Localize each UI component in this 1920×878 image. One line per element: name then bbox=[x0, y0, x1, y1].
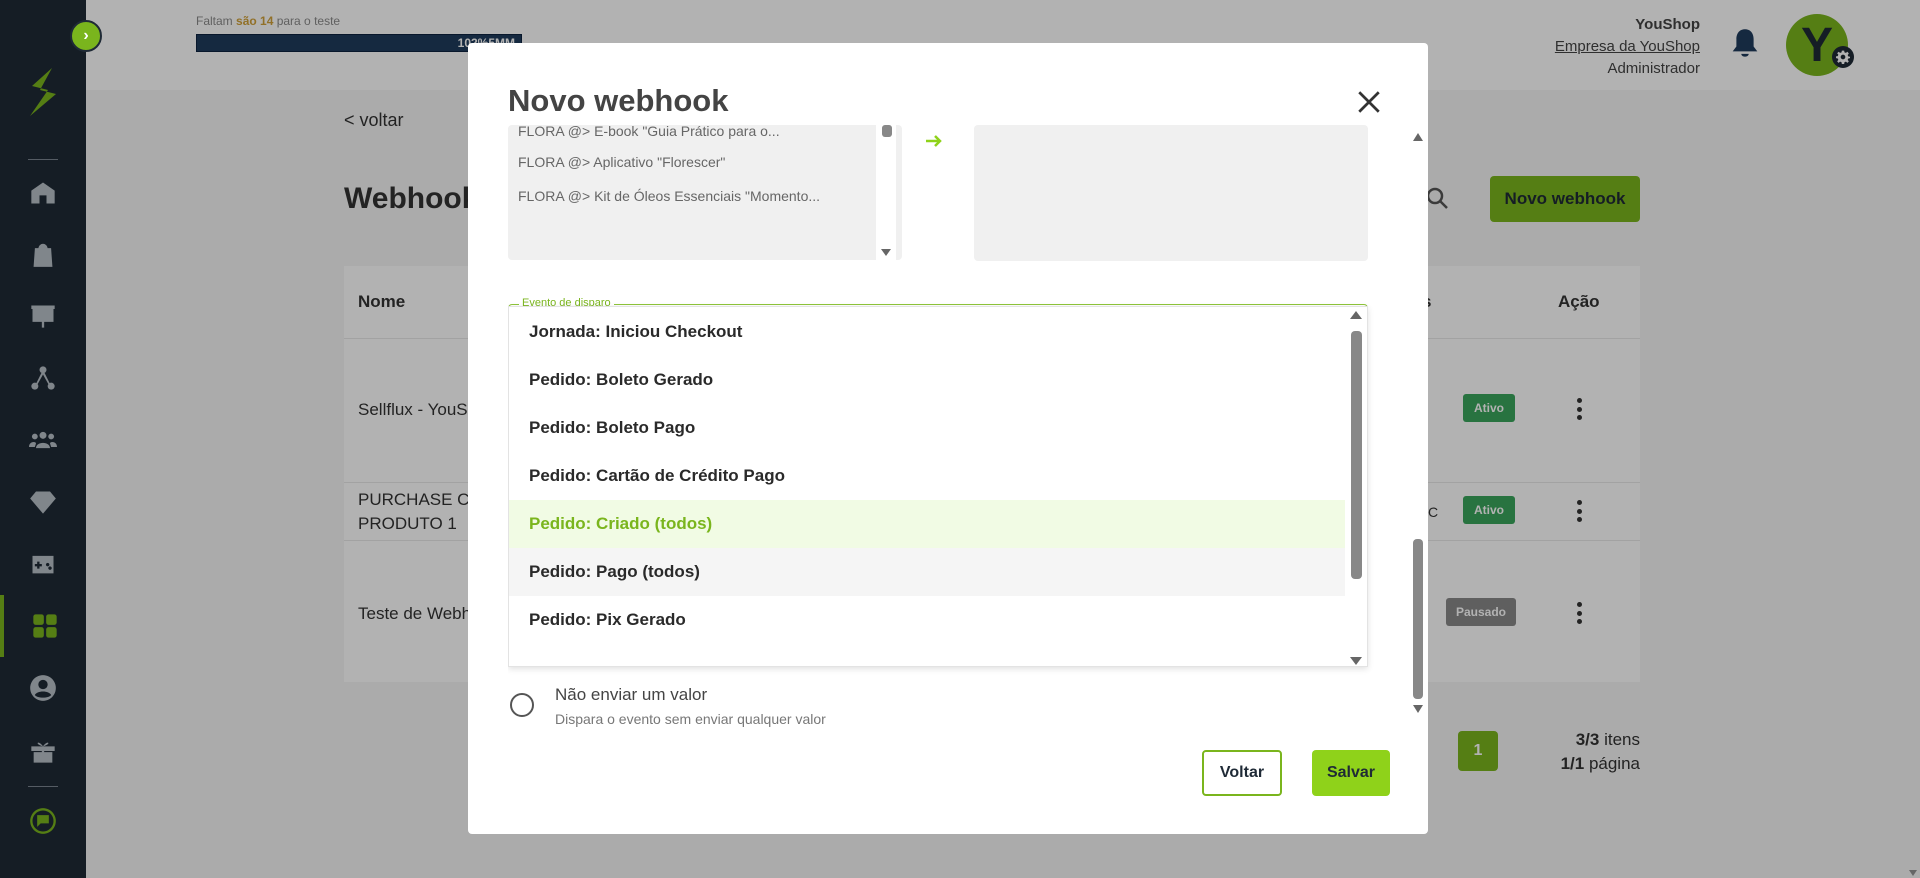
dropdown-option[interactable]: Pedido: Boleto Pago bbox=[509, 404, 1345, 452]
arrow-right-icon bbox=[926, 135, 942, 147]
new-webhook-modal: Novo webhook FLORA @> E-book "Guia Práti… bbox=[468, 43, 1428, 834]
event-dropdown: Jornada: Iniciou Checkout Pedido: Boleto… bbox=[508, 306, 1368, 667]
dropdown-option[interactable]: Pedido: Pago (todos) bbox=[509, 548, 1345, 596]
dropdown-option-selected[interactable]: Pedido: Criado (todos) bbox=[509, 500, 1345, 548]
list-item[interactable]: FLORA @> Kit de Óleos Essenciais "Moment… bbox=[518, 188, 820, 204]
dropdown-option[interactable]: Pedido: Boleto Gerado bbox=[509, 356, 1345, 404]
radio-label: Não enviar um valor bbox=[555, 685, 708, 704]
dropdown-option[interactable]: Pedido: Cartão de Crédito Pago bbox=[509, 452, 1345, 500]
page-scrollbar[interactable] bbox=[1906, 0, 1920, 878]
chevron-right-icon: › bbox=[83, 27, 89, 44]
save-button[interactable]: Salvar bbox=[1312, 750, 1390, 796]
dropdown-scrollbar[interactable] bbox=[1345, 307, 1367, 667]
close-icon[interactable] bbox=[1356, 89, 1382, 115]
selected-products-box bbox=[974, 125, 1368, 261]
modal-body: FLORA @> E-book "Guia Prático para o... … bbox=[508, 125, 1406, 747]
list-item[interactable]: FLORA @> Aplicativo "Florescer" bbox=[518, 154, 725, 170]
radio-description: Dispara o evento sem enviar qualquer val… bbox=[555, 711, 826, 727]
dropdown-option[interactable]: Jornada: Iniciou Checkout bbox=[509, 308, 1345, 356]
product-list-scrollbar[interactable] bbox=[876, 125, 896, 260]
modal-scrollbar[interactable] bbox=[1412, 129, 1424, 715]
modal-title: Novo webhook bbox=[508, 83, 729, 118]
dropdown-option[interactable]: Pedido: Pix Gerado bbox=[509, 596, 1345, 644]
list-item[interactable]: FLORA @> E-book "Guia Prático para o... bbox=[518, 125, 780, 139]
radio-button[interactable] bbox=[510, 693, 534, 717]
product-list: FLORA @> E-book "Guia Prático para o... … bbox=[508, 125, 902, 260]
back-button[interactable]: Voltar bbox=[1202, 750, 1282, 796]
no-value-radio-option[interactable]: Não enviar um valor Dispara o evento sem… bbox=[508, 685, 1108, 735]
sidebar-toggle-button[interactable]: › bbox=[70, 20, 102, 52]
